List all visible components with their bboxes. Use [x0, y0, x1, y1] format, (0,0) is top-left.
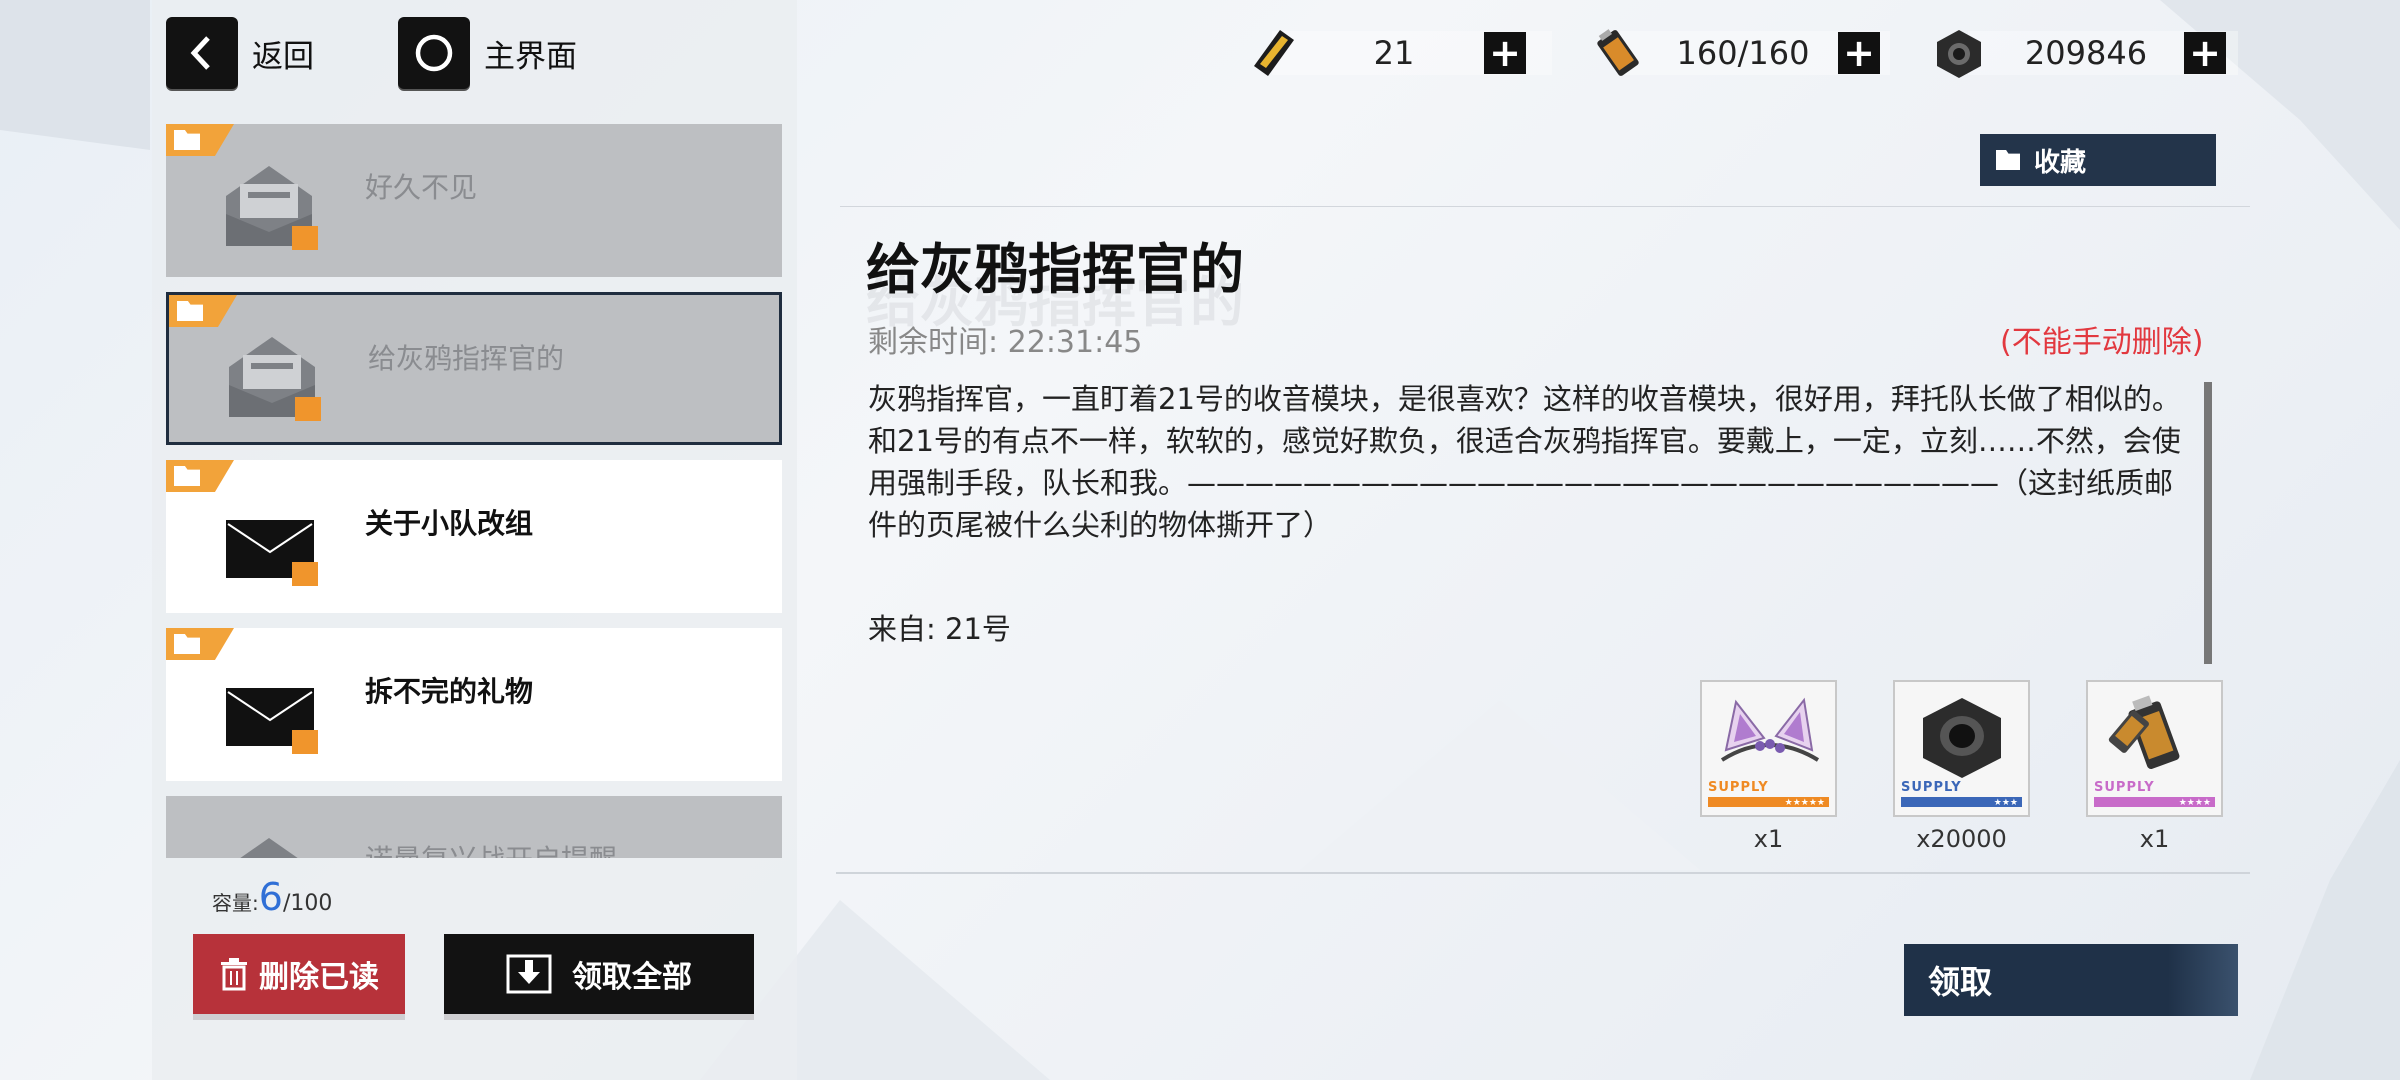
folder-icon: [174, 130, 200, 150]
hex-nut-icon: [1923, 698, 2001, 778]
battery-count: 160/160: [1676, 34, 1810, 72]
mail-sender: 来自: 21号: [868, 612, 1011, 646]
folder-icon: [174, 466, 200, 486]
scrollbar[interactable]: [2204, 382, 2212, 664]
mail-item[interactable]: 拆不完的礼物: [166, 628, 782, 781]
home-label: 主界面: [484, 38, 577, 75]
rarity-stars: ★★★: [1993, 798, 2018, 808]
resource-ticket: 21 +: [1240, 20, 1526, 86]
resource-battery: 160/160 +: [1588, 20, 1880, 86]
delete-read-label: 删除已读: [259, 960, 379, 995]
trash-icon: [221, 958, 247, 991]
closed-envelope-icon: [226, 520, 318, 586]
claim-button[interactable]: 领取: [1904, 944, 2238, 1016]
mail-item[interactable]: 诺曼复兴战开启提醒: [166, 796, 782, 858]
mail-item-selected[interactable]: 给灰鸦指挥官的: [166, 292, 782, 445]
folder-icon: [1996, 150, 2020, 170]
battery-icon: [1597, 29, 1639, 76]
supply-text: SUPPLY: [1708, 780, 1769, 795]
circle-home-icon: [398, 17, 470, 89]
home-button[interactable]: 主界面: [398, 14, 577, 92]
add-coin-button[interactable]: +: [2184, 32, 2226, 74]
mail-capacity: 容量:6/100: [212, 875, 332, 919]
chevron-left-icon: [166, 17, 238, 89]
mail-detail-title: 给灰鸦指挥官的: [866, 238, 1244, 301]
rarity-stars: ★★★★★: [1784, 798, 1825, 808]
reward-frame: SUPPLY ★★★: [1893, 680, 2030, 817]
capacity-current: 6: [258, 875, 283, 919]
back-label: 返回: [252, 38, 314, 75]
mail-list: 好久不见 给灰鸦指挥官的 关于小队改组 拆不完的礼物: [166, 124, 784, 858]
back-button[interactable]: 返回: [166, 14, 314, 92]
reward-quantity: x1: [1753, 825, 1784, 853]
no-delete-notice: (不能手动删除): [2000, 325, 2204, 360]
divider: [840, 206, 2250, 207]
closed-envelope-icon: [226, 688, 318, 754]
rarity-stars: ★★★★: [2178, 798, 2211, 808]
add-battery-button[interactable]: +: [1838, 32, 1880, 74]
mail-item[interactable]: 关于小队改组: [166, 460, 782, 613]
ticket-icon: [1254, 30, 1294, 76]
remaining-time: 剩余时间: 22:31:45: [868, 325, 1143, 360]
reward-frame: SUPPLY ★★★★★: [1700, 680, 1837, 817]
open-envelope-icon: [226, 166, 318, 250]
download-icon: [506, 954, 552, 994]
mail-tag: [166, 460, 234, 492]
folder-icon: [174, 634, 200, 654]
reward-item[interactable]: SUPPLY ★★★★ x1: [2086, 680, 2223, 853]
claim-label: 领取: [1928, 963, 1993, 1001]
supply-text: SUPPLY: [1901, 780, 1962, 795]
mail-title: 好久不见: [365, 171, 478, 204]
mail-tag: [166, 124, 234, 156]
claim-all-label: 领取全部: [572, 960, 692, 995]
mail-item[interactable]: 好久不见: [166, 124, 782, 277]
mail-title: 拆不完的礼物: [365, 675, 534, 708]
mail-title: 给灰鸦指挥官的: [368, 342, 565, 375]
open-envelope-icon: [229, 337, 321, 421]
resource-coin: 209846 +: [1930, 20, 2226, 86]
folder-icon: [177, 301, 203, 321]
mail-body: 灰鸦指挥官，一直盯着21号的收音模块，是很喜欢？这样的收音模块，很好用，拜托队长…: [868, 382, 2181, 542]
supply-text: SUPPLY: [2094, 780, 2155, 795]
claim-all-button[interactable]: 领取全部: [444, 934, 754, 1014]
reward-quantity: x1: [2139, 825, 2170, 853]
add-ticket-button[interactable]: +: [1484, 32, 1526, 74]
cat-ear-headband-icon: [1720, 697, 1820, 762]
mail-title: 诺曼复兴战开启提醒: [365, 838, 617, 858]
ticket-count: 21: [1373, 34, 1415, 72]
battery-icon: [2108, 695, 2180, 769]
favorite-button[interactable]: 收藏: [1980, 134, 2216, 186]
capacity-label: 容量:: [212, 891, 259, 915]
mail-title: 关于小队改组: [365, 507, 534, 540]
mail-tag: [169, 295, 237, 327]
divider: [836, 872, 2250, 874]
favorite-label: 收藏: [2034, 147, 2087, 178]
capacity-max: /100: [282, 891, 333, 916]
coin-count: 209846: [2024, 34, 2148, 72]
mail-tag: [166, 628, 234, 660]
reward-item[interactable]: SUPPLY ★★★★★ x1: [1700, 680, 1837, 853]
delete-read-button[interactable]: 删除已读: [193, 934, 405, 1014]
reward-quantity: x20000: [1916, 825, 2007, 853]
reward-item[interactable]: SUPPLY ★★★ x20000: [1893, 680, 2030, 853]
hex-nut-icon: [1937, 30, 1981, 78]
open-envelope-icon: [240, 838, 298, 858]
reward-frame: SUPPLY ★★★★: [2086, 680, 2223, 817]
